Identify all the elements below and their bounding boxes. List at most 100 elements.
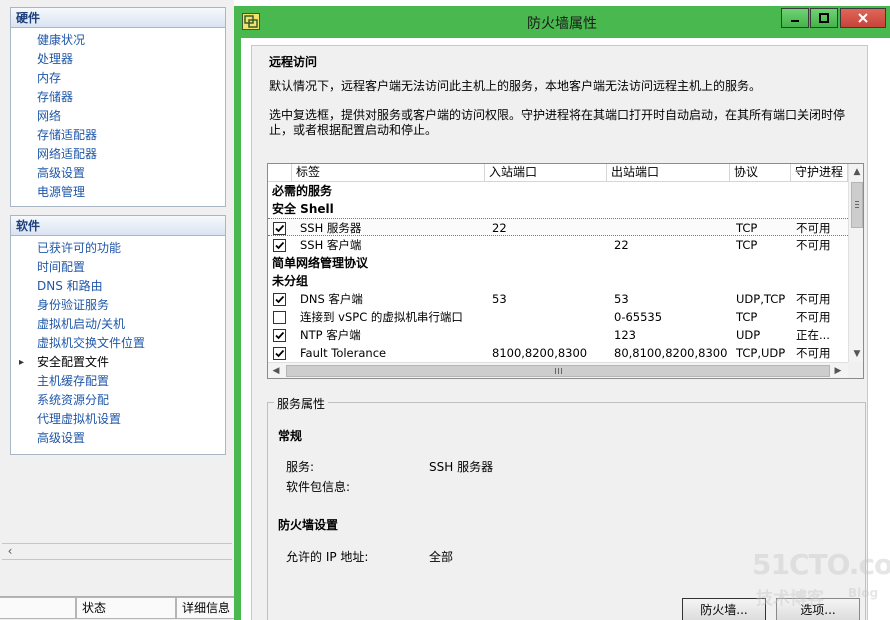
horizontal-scroll-thumb[interactable]: [286, 365, 830, 377]
left_pane-software-item-9[interactable]: 代理虚拟机设置: [11, 410, 225, 429]
remote-access-title: 远程访问: [269, 55, 318, 69]
left_pane-software-item-5[interactable]: 虚拟机交换文件位置: [11, 334, 225, 353]
left_pane-hardware-item-7[interactable]: 高级设置: [11, 164, 225, 183]
scroll-left-arrow-icon[interactable]: ◀: [268, 363, 284, 378]
minimize-icon: [791, 20, 799, 22]
close-button[interactable]: [840, 8, 886, 28]
cell-daemon: 不可用: [796, 221, 831, 235]
column-header-protocol[interactable]: 协议: [730, 164, 791, 181]
left_pane-hardware-item-5[interactable]: 存储适配器: [11, 126, 225, 145]
group-required-services: 必需的服务: [272, 184, 333, 198]
scroll-right-arrow-icon[interactable]: ▶: [830, 363, 846, 378]
table-row[interactable]: 连接到 vSPC 的虚拟机串行端口 0-65535 TCP 不可用: [268, 308, 848, 326]
remote-access-description: 默认情况下，远程客户端无法访问此主机上的服务，本地客户端无法访问远程主机上的服务…: [269, 79, 762, 93]
table-horizontal-scrollbar[interactable]: ◀ ▶: [268, 362, 848, 378]
vertical-scroll-thumb[interactable]: [851, 182, 863, 228]
scroll-down-arrow-icon[interactable]: ▼: [849, 346, 863, 362]
content-panel: 远程访问 默认情况下，远程客户端无法访问此主机上的服务，本地客户端无法访问远程主…: [251, 45, 868, 620]
tab-blank[interactable]: [0, 597, 76, 619]
close-icon: [858, 13, 868, 23]
group-snmp: 简单网络管理协议: [272, 256, 369, 270]
table-row[interactable]: DNS 客户端 53 53 UDP,TCP 不可用: [268, 290, 848, 308]
left_pane-software-item-3[interactable]: 身份验证服务: [11, 296, 225, 315]
service-table[interactable]: 标签 入站端口 出站端口 协议 守护进程 必需的服务 安全 Shell SSH …: [267, 163, 864, 379]
left_pane-software-item-8[interactable]: 系统资源分配: [11, 391, 225, 410]
table-header: 标签 入站端口 出站端口 协议 守护进程: [268, 164, 848, 182]
maximize-button[interactable]: [810, 8, 838, 28]
cell-daemon: 正在...: [796, 328, 830, 342]
scrollbar-corner: [848, 362, 863, 378]
column-header-daemon[interactable]: 守护进程: [791, 164, 848, 181]
checkmark-icon: [275, 241, 285, 250]
firewall-button[interactable]: 防火墙...: [682, 598, 766, 620]
column-header-checkbox[interactable]: [268, 164, 292, 181]
left_pane-software-item-0[interactable]: 已获许可的功能: [11, 239, 225, 258]
left_pane-hardware-item-4[interactable]: 网络: [11, 107, 225, 126]
table-vertical-scrollbar[interactable]: ▲ ▼: [848, 164, 863, 362]
checkmark-icon: [275, 295, 285, 304]
cell-outbound: 53: [614, 292, 629, 306]
host-config-pane: 硬件 健康状况 处理器 内存 存储器 网络 存储适配器 网络适配器 高级设置 电源管理 软件 已…: [0, 0, 236, 620]
cell-daemon: 不可用: [796, 238, 831, 252]
service-checkbox[interactable]: [273, 222, 286, 235]
bottom-tab-bar: 状态 详细信息: [0, 596, 236, 620]
left_pane-hardware-item-2[interactable]: 内存: [11, 69, 225, 88]
cell-protocol: TCP,UDP: [736, 346, 786, 360]
column-header-outbound[interactable]: 出站端口: [607, 164, 730, 181]
cell-outbound: 0-65535: [614, 310, 663, 324]
left_pane-software-item-4[interactable]: 虚拟机启动/关机: [11, 315, 225, 334]
cell-label: SSH 服务器: [300, 221, 362, 235]
cell-outbound: 123: [614, 328, 636, 342]
table-row[interactable]: NTP 客户端 123 UDP 正在...: [268, 326, 848, 344]
left_pane-software-item-2[interactable]: DNS 和路由: [11, 277, 225, 296]
left-horizontal-scrollbar[interactable]: ‹: [2, 543, 232, 560]
cell-daemon: 不可用: [796, 292, 831, 306]
service-checkbox[interactable]: [273, 293, 286, 306]
cell-protocol: UDP: [736, 328, 761, 342]
table-row[interactable]: Fault Tolerance 8100,8200,8300 80,8100,820…: [268, 344, 848, 362]
cell-label: DNS 客户端: [300, 292, 363, 306]
left_pane-hardware-item-1[interactable]: 处理器: [11, 50, 225, 69]
tab-details[interactable]: 详细信息: [176, 597, 236, 619]
service-checkbox[interactable]: [273, 239, 286, 252]
left_pane-hardware-item-6[interactable]: 网络适配器: [11, 145, 225, 164]
cell-outbound: 80,8100,8200,8300: [614, 346, 728, 360]
tab-status[interactable]: 状态: [76, 597, 176, 619]
minimize-button[interactable]: [781, 8, 809, 28]
group-ungrouped: 未分组: [272, 274, 309, 288]
left_pane-software-item-6[interactable]: 安全配置文件: [11, 353, 225, 372]
service-checkbox[interactable]: [273, 329, 286, 342]
service-checkbox[interactable]: [273, 347, 286, 360]
cell-protocol: TCP: [736, 238, 758, 252]
access-hint-text: 选中复选框，提供对服务或客户端的访问权限。守护进程将在其端口打开时自动启动，在其…: [269, 108, 846, 137]
scroll-left-arrow-icon[interactable]: ‹: [2, 544, 18, 559]
table-row[interactable]: SSH 客户端 22 TCP 不可用: [268, 236, 848, 254]
cell-inbound: 22: [492, 221, 507, 235]
hardware-header: 硬件: [11, 8, 225, 28]
column-header-label[interactable]: 标签: [292, 164, 485, 181]
left_pane-software-item-1[interactable]: 时间配置: [11, 258, 225, 277]
cell-label: SSH 客户端: [300, 238, 362, 252]
table-row[interactable]: SSH 服务器 22 TCP 不可用: [268, 218, 848, 236]
options-button[interactable]: 选项...: [776, 598, 860, 620]
cell-daemon: 不可用: [796, 310, 831, 324]
service-properties-group: 服务属性 常规 服务: SSH 服务器 软件包信息: 防火墙设置 允许的 IP …: [267, 395, 866, 620]
firewall-settings-title: 防火墙设置: [278, 518, 339, 532]
column-header-inbound[interactable]: 入站端口: [485, 164, 607, 181]
allowed-ip-value: 全部: [429, 550, 454, 564]
left_pane-hardware-item-0[interactable]: 健康状况: [11, 31, 225, 50]
left_pane-software-item-7[interactable]: 主机缓存配置: [11, 372, 225, 391]
service-checkbox[interactable]: [273, 311, 286, 324]
checkmark-icon: [275, 331, 285, 340]
software-header: 软件: [11, 216, 225, 236]
cell-protocol: UDP,TCP: [736, 292, 786, 306]
dialog-title-bar[interactable]: 防火墙属性: [234, 6, 890, 38]
scroll-up-arrow-icon[interactable]: ▲: [849, 164, 863, 180]
left_pane-hardware-item-3[interactable]: 存储器: [11, 88, 225, 107]
dialog-client-area: 远程访问 默认情况下，远程客户端无法访问此主机上的服务，本地客户端无法访问远程主…: [241, 38, 890, 620]
cell-daemon: 不可用: [796, 346, 831, 360]
left_pane-software-item-10[interactable]: 高级设置: [11, 429, 225, 448]
general-section-title: 常规: [278, 429, 303, 443]
cell-label: Fault Tolerance: [300, 346, 387, 360]
left_pane-hardware-item-8[interactable]: 电源管理: [11, 183, 225, 202]
